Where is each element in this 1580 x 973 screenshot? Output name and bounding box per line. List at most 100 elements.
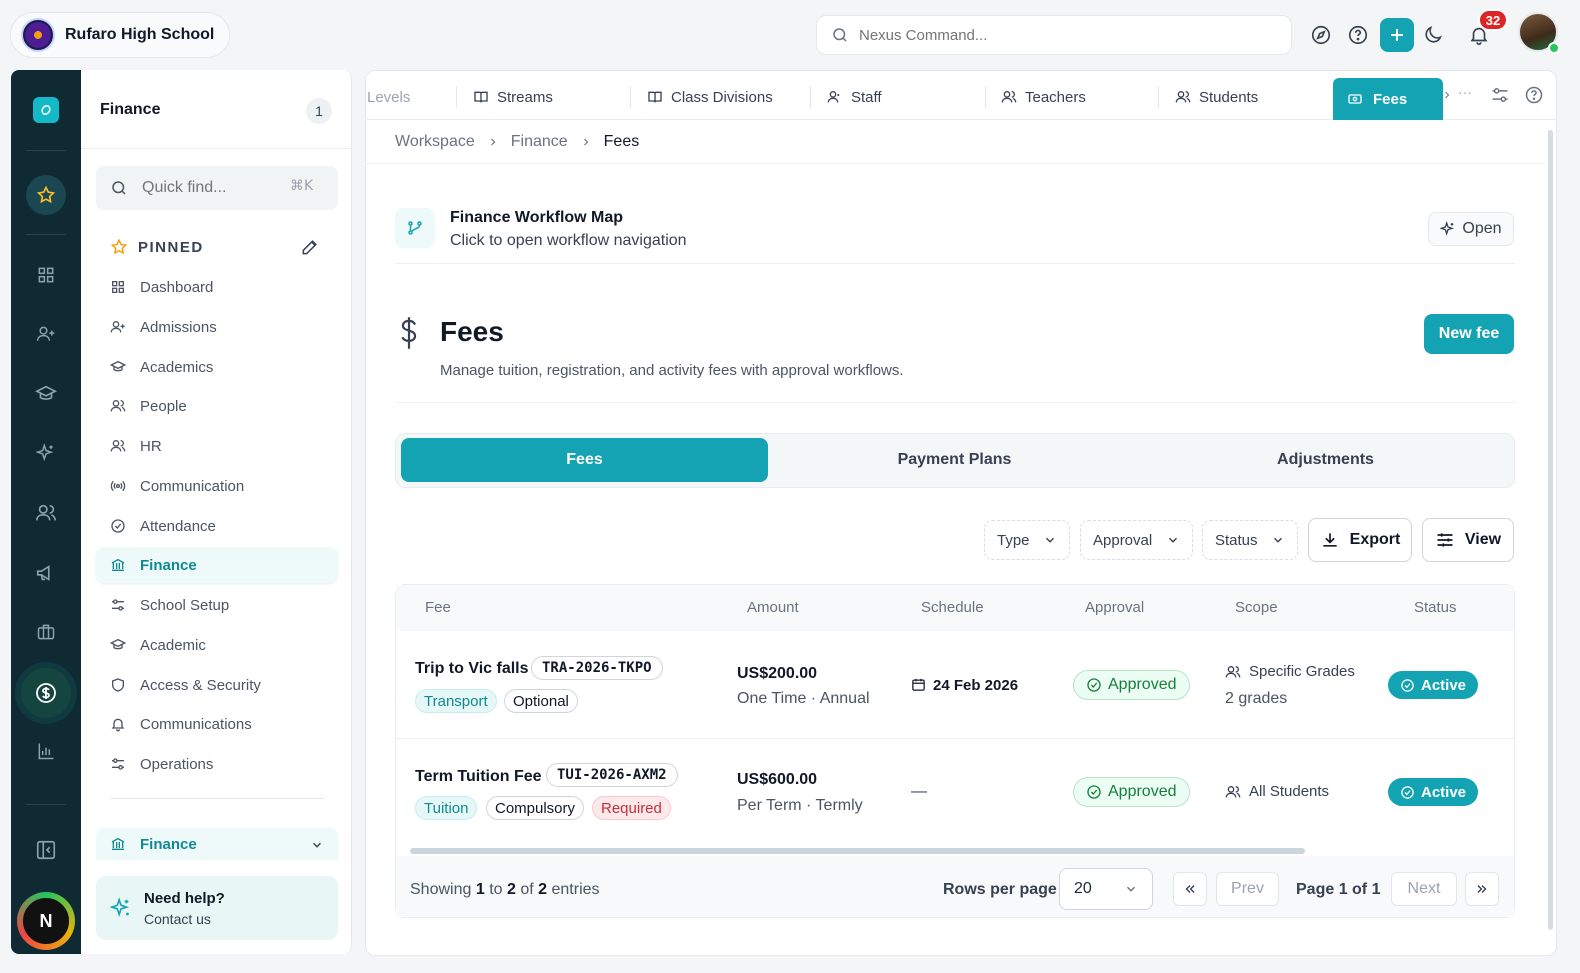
help-title: Need help? [144,889,225,907]
rail-users-icon[interactable] [31,498,61,528]
rail-divider [26,150,66,151]
breadcrumb-finance[interactable]: Finance [511,133,568,151]
breadcrumb-workspace[interactable]: Workspace [395,133,475,151]
collapse-sidebar-icon[interactable] [31,835,61,865]
create-button[interactable] [1380,18,1414,52]
user-cog-icon [827,89,843,105]
tab-students[interactable]: Students [1175,87,1258,107]
sidebar-item-access-security[interactable]: Access & Security [96,667,338,703]
column-header-scope[interactable]: Scope [1235,599,1278,616]
chevron-down-icon [1124,882,1138,896]
sidebar-item-admissions[interactable]: Admissions [96,309,338,345]
rail-bar-chart-icon[interactable] [31,736,61,766]
sidebar-item-school-setup[interactable]: School Setup [96,587,338,623]
tab-class-divisions[interactable]: Class Divisions [647,87,773,107]
command-input[interactable] [859,26,1259,44]
tab-fees[interactable]: Fees [1333,78,1443,120]
export-button[interactable]: Export [1308,518,1412,562]
tab-label: Teachers [1025,88,1086,106]
rail-divider [26,234,66,235]
rail-favorites[interactable] [26,175,66,215]
rail-sparkle-icon[interactable] [31,438,61,468]
rows-per-page-select[interactable]: 20 [1059,868,1153,910]
sidebar-item-finance[interactable]: Finance [96,547,338,583]
tab-levels[interactable]: Levels [367,87,410,107]
tab-teachers[interactable]: Teachers [1001,87,1086,107]
sidebar-item-label: School Setup [140,596,230,614]
chevron-right-icon[interactable] [1441,87,1453,103]
tab-staff[interactable]: Staff [827,87,882,107]
school-switcher[interactable]: Rufaro High School [10,12,230,58]
chevron-right-icon [580,136,592,148]
star-icon [36,185,56,205]
segment-payment-plans[interactable]: Payment Plans [771,438,1138,482]
sidebar-item-communications[interactable]: Communications [96,706,338,742]
open-workflow-button[interactable]: Open [1428,212,1514,246]
sidebar-item-academic[interactable]: Academic [96,627,338,663]
horizontal-scrollbar[interactable] [410,848,1305,854]
tab-label: Staff [851,88,882,106]
sidebar-divider [110,798,324,799]
sidebar-item-dashboard[interactable]: Dashboard [96,269,338,305]
user-menu[interactable]: N [17,892,75,950]
rail-divider [26,804,66,805]
prev-page-button[interactable]: Prev [1216,872,1279,906]
app-logo-icon[interactable] [33,97,59,123]
approval-filter[interactable]: Approval [1080,520,1193,560]
sidebar-item-hr[interactable]: HR [96,428,338,464]
sidebar-item-operations[interactable]: Operations [96,746,338,782]
command-search[interactable] [816,15,1292,55]
vertical-scrollbar[interactable] [1548,130,1553,930]
sidebar-item-communication[interactable]: Communication [96,468,338,504]
sidebar-item-label: Attendance [140,517,216,535]
view-button[interactable]: View [1422,518,1514,562]
bank-icon [110,836,126,852]
column-header-fee[interactable]: Fee [425,599,451,616]
more-tabs-icon[interactable]: ··· [1458,84,1472,100]
help-circle-icon[interactable] [1345,22,1371,48]
next-page-button[interactable]: Next [1391,872,1457,906]
segment-fees[interactable]: Fees [401,438,768,482]
column-header-amount[interactable]: Amount [747,599,799,616]
approval-filter-label: Approval [1093,531,1153,549]
sidebar-item-label: Academics [140,358,214,376]
sliders-icon [110,756,126,772]
column-header-schedule[interactable]: Schedule [921,599,984,616]
graduation-cap-icon [110,359,126,375]
rail-user-plus-icon[interactable] [31,319,61,349]
tag-chip: Required [592,796,671,820]
status-filter[interactable]: Status [1202,520,1298,560]
first-page-button[interactable] [1173,872,1207,906]
sidebar-item-people[interactable]: People [96,388,338,424]
approval-label: Approved [1108,676,1177,693]
quick-find-shortcut: ⌘K [290,178,314,194]
tag-chip: Transport [415,689,497,713]
column-header-status[interactable]: Status [1414,599,1457,616]
users-icon [1175,89,1191,105]
type-filter[interactable]: Type [984,520,1070,560]
rail-dashboard-icon[interactable] [31,260,61,290]
sliders-icon [1435,530,1455,550]
tab-streams[interactable]: Streams [473,87,553,107]
sliders-icon[interactable] [1490,85,1510,105]
new-fee-button[interactable]: New fee [1424,314,1514,354]
rail-finance-button[interactable] [21,668,71,718]
chevron-down-icon[interactable] [310,838,324,852]
status-label: Active [1421,676,1467,694]
rail-graduation-cap-icon[interactable] [31,379,61,409]
segment-adjustments[interactable]: Adjustments [1142,438,1509,482]
column-header-approval[interactable]: Approval [1085,599,1144,616]
last-page-button[interactable] [1465,872,1499,906]
quick-find-input[interactable] [142,179,272,197]
sidebar-item-academics[interactable]: Academics [96,349,338,385]
sidebar-item-attendance[interactable]: Attendance [96,508,338,544]
edit-pencil-icon[interactable] [300,237,320,257]
rail-megaphone-icon[interactable] [31,558,61,588]
help-circle-icon[interactable] [1524,85,1544,105]
rail-briefcase-icon[interactable] [31,617,61,647]
help-card[interactable]: Need help? Contact us [96,876,338,940]
section-select[interactable]: Finance [96,828,338,860]
compass-icon[interactable] [1308,22,1334,48]
moon-icon[interactable] [1420,22,1446,48]
showing-of-word: of [520,881,534,898]
